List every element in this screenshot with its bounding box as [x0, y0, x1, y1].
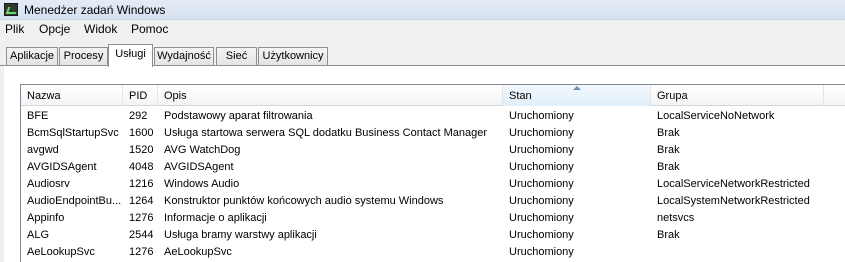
- cell-group: Brak: [657, 127, 680, 139]
- services-list[interactable]: Nazwa PID Opis Stan Grupa BFE 292 Podsta…: [20, 84, 845, 262]
- cell-status: Uruchomiony: [509, 127, 574, 139]
- tab-processes[interactable]: Procesy: [59, 47, 108, 66]
- table-row[interactable]: Appinfo 1276 Informacje o aplikacji Uruc…: [21, 210, 845, 227]
- window-title: Menedżer zadań Windows: [24, 3, 166, 17]
- cell-group: Brak: [657, 144, 680, 156]
- cell-name: AeLookupSvc: [27, 246, 95, 258]
- cell-group: LocalSystemNetworkRestricted: [657, 195, 810, 207]
- tab-users[interactable]: Użytkownicy: [258, 47, 328, 66]
- cell-status: Uruchomiony: [509, 246, 574, 258]
- cell-name: avgwd: [27, 144, 59, 156]
- cell-pid: 1520: [129, 144, 154, 156]
- column-header-name[interactable]: Nazwa: [21, 85, 123, 106]
- sort-ascending-icon: [573, 86, 581, 90]
- column-header-description[interactable]: Opis: [158, 85, 503, 106]
- cell-pid: 2544: [129, 229, 154, 241]
- menu-file[interactable]: Plik: [4, 22, 25, 36]
- cell-name: AudioEndpointBu...: [27, 195, 122, 207]
- tab-network[interactable]: Sieć: [216, 47, 257, 66]
- cell-description: Podstawowy aparat filtrowania: [164, 110, 313, 122]
- column-header-status-label: Stan: [509, 90, 532, 102]
- menu-options[interactable]: Opcje: [38, 22, 71, 36]
- menu-bar: Plik Opcje Widok Pomoc: [0, 20, 845, 39]
- cell-pid: 4048: [129, 161, 154, 173]
- tab-performance[interactable]: Wydajność: [154, 47, 214, 66]
- cell-name: Appinfo: [27, 212, 65, 224]
- table-row[interactable]: AVGIDSAgent 4048 AVGIDSAgent Uruchomiony…: [21, 159, 845, 176]
- cell-pid: 292: [129, 110, 148, 122]
- cell-status: Uruchomiony: [509, 212, 574, 224]
- menu-view[interactable]: Widok: [83, 22, 118, 36]
- cell-group: [651, 244, 824, 261]
- column-header-pid[interactable]: PID: [123, 85, 158, 106]
- table-row[interactable]: avgwd 1520 AVG WatchDog Uruchomiony Brak: [21, 142, 845, 159]
- cell-description: Konstruktor punktów końcowych audio syst…: [164, 195, 444, 207]
- cell-status: Uruchomiony: [509, 229, 574, 241]
- cell-pid: 1276: [129, 246, 154, 258]
- cell-group: Brak: [657, 229, 680, 241]
- cell-name: Audiosrv: [27, 178, 70, 190]
- table-row[interactable]: AudioEndpointBu... 1264 Konstruktor punk…: [21, 193, 845, 210]
- cell-status: Uruchomiony: [509, 178, 574, 190]
- column-header-row: Nazwa PID Opis Stan Grupa: [21, 85, 845, 106]
- cell-description: Informacje o aplikacji: [164, 212, 267, 224]
- cell-name: ALG: [27, 229, 50, 241]
- menu-help[interactable]: Pomoc: [130, 22, 169, 36]
- cell-name: AVGIDSAgent: [27, 161, 97, 173]
- tab-strip: Aplikacje Procesy Usługi Wydajność Sieć …: [0, 44, 845, 67]
- table-row[interactable]: BcmSqlStartupSvc 1600 Usługa startowa se…: [21, 125, 845, 142]
- table-row[interactable]: ALG 2544 Usługa bramy warstwy aplikacji …: [21, 227, 845, 244]
- title-bar[interactable]: Menedżer zadań Windows: [0, 0, 845, 20]
- table-row[interactable]: AeLookupSvc 1276 AeLookupSvc Uruchomiony: [21, 244, 845, 261]
- cell-description: AVGIDSAgent: [164, 161, 234, 173]
- column-header-filler: [824, 85, 845, 106]
- cell-description: AeLookupSvc: [164, 246, 232, 258]
- cell-group: netsvcs: [657, 212, 695, 224]
- cell-description: Windows Audio: [164, 178, 240, 190]
- cell-group: Brak: [657, 161, 680, 173]
- cell-status: Uruchomiony: [509, 161, 574, 173]
- cell-group: LocalServiceNetworkRestricted: [657, 178, 810, 190]
- cell-group: LocalServiceNoNetwork: [657, 110, 775, 122]
- cell-pid: 1600: [129, 127, 154, 139]
- table-row[interactable]: Audiosrv 1216 Windows Audio Uruchomiony …: [21, 176, 845, 193]
- cell-name: BFE: [27, 110, 49, 122]
- cell-pid: 1276: [129, 212, 154, 224]
- cell-pid: 1264: [129, 195, 154, 207]
- cell-pid: 1216: [129, 178, 154, 190]
- tab-applications[interactable]: Aplikacje: [6, 47, 58, 66]
- cell-status: Uruchomiony: [509, 144, 574, 156]
- cell-description: AVG WatchDog: [164, 144, 241, 156]
- cell-status: Uruchomiony: [509, 110, 574, 122]
- cell-status: Uruchomiony: [509, 195, 574, 207]
- column-header-status[interactable]: Stan: [503, 85, 651, 106]
- cell-name: BcmSqlStartupSvc: [27, 127, 119, 139]
- cell-description: Usługa bramy warstwy aplikacji: [164, 229, 317, 241]
- task-manager-icon: [4, 3, 18, 16]
- tab-services[interactable]: Usługi: [108, 44, 153, 67]
- column-header-group[interactable]: Grupa: [651, 85, 824, 106]
- table-row[interactable]: BFE 292 Podstawowy aparat filtrowania Ur…: [21, 108, 845, 125]
- cell-description: Usługa startowa serwera SQL dodatku Busi…: [164, 127, 488, 139]
